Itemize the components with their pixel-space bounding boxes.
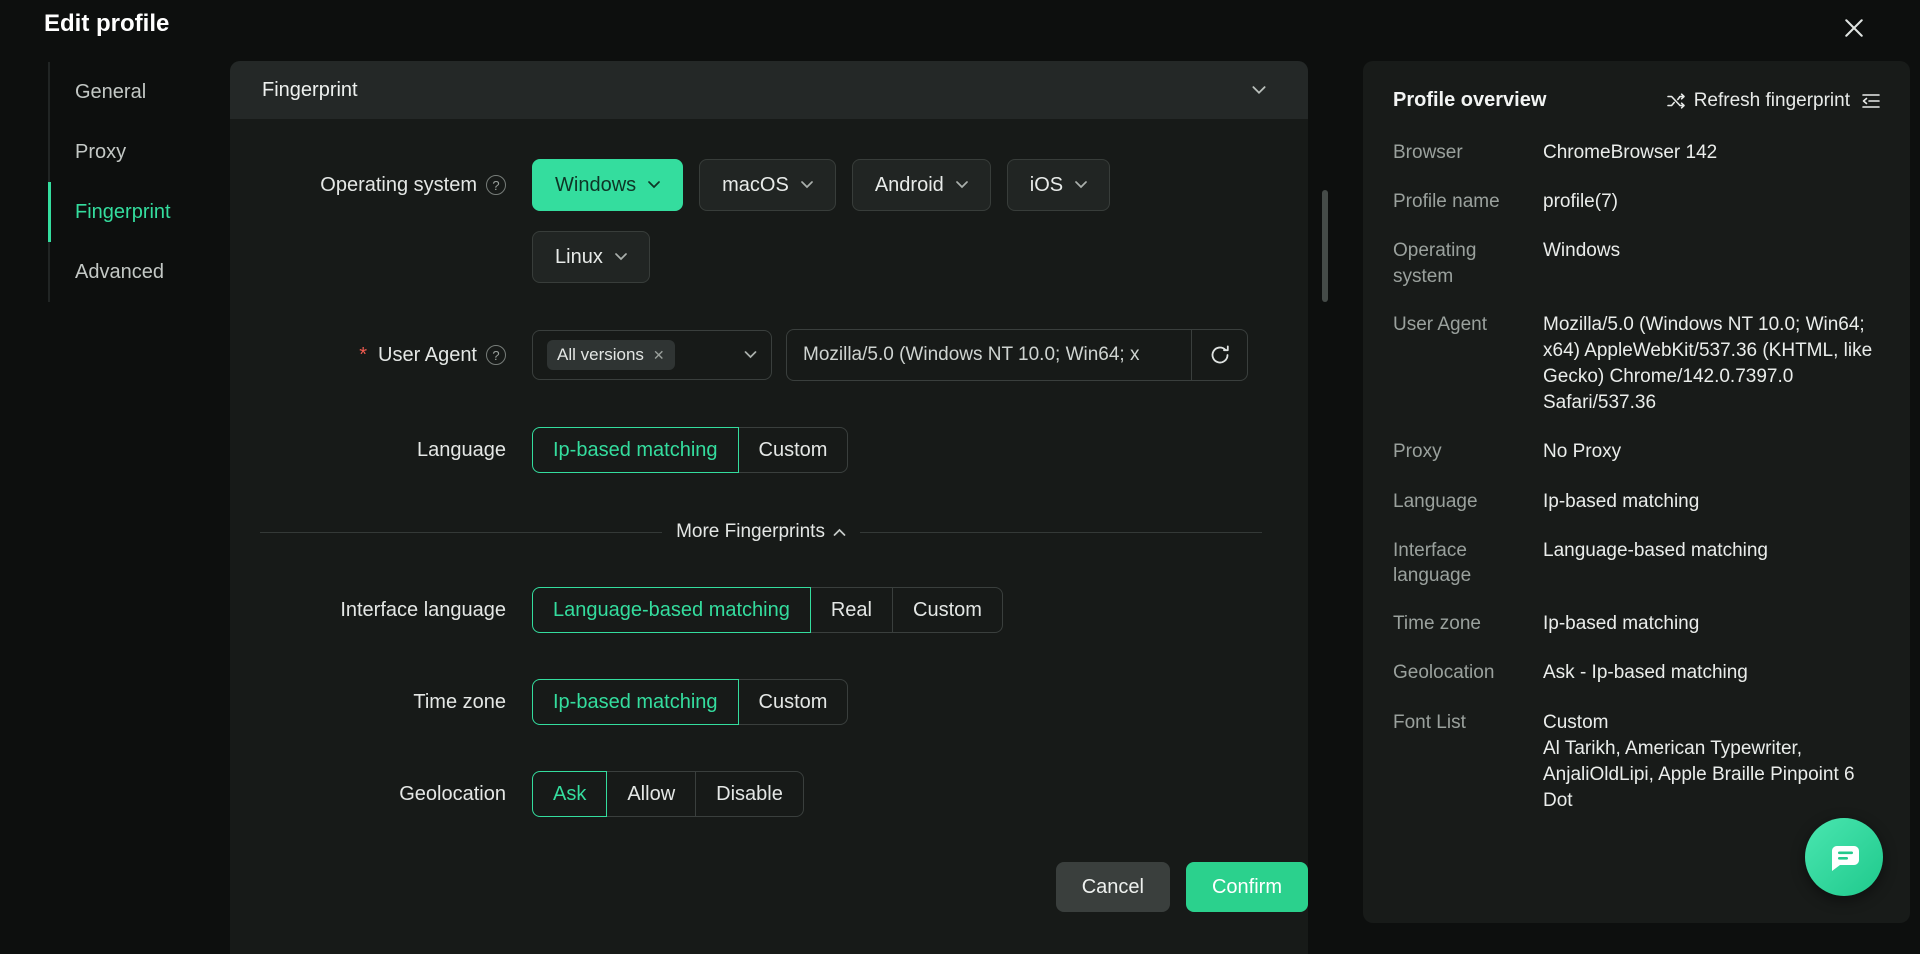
chevron-down-icon (1252, 86, 1266, 95)
interface-language-row: Interface language Language-based matchi… (256, 587, 1272, 633)
geolocation-label: Geolocation (256, 771, 506, 817)
chevron-down-icon (744, 351, 757, 359)
overview-header: Profile overview Refresh fingerprint (1393, 89, 1882, 112)
more-fingerprints-toggle[interactable]: More Fingerprints (676, 521, 846, 543)
overview-row: BrowserChromeBrowser 142 (1393, 140, 1882, 166)
time-zone-segmented-control: Ip-based matching Custom (532, 679, 848, 725)
dialog-footer: Cancel Confirm (1056, 862, 1308, 912)
language-label: Language (256, 427, 506, 473)
chevron-down-icon (956, 181, 968, 189)
chevron-down-icon (801, 181, 813, 189)
section-title: Fingerprint (262, 79, 358, 102)
os-ios-button[interactable]: iOS (1007, 159, 1110, 211)
user-agent-label: * User Agent ? (256, 329, 506, 381)
sidebar-item-general[interactable]: General (48, 62, 228, 122)
fingerprint-section-header[interactable]: Fingerprint (230, 61, 1308, 119)
user-agent-input[interactable] (786, 329, 1192, 381)
sidebar-item-label: Advanced (75, 261, 164, 284)
geolocation-allow-button[interactable]: Allow (606, 771, 696, 817)
user-agent-row: * User Agent ? All versions ✕ (256, 329, 1272, 381)
geolocation-segmented-control: Ask Allow Disable (532, 771, 804, 817)
close-button[interactable] (1838, 12, 1870, 44)
overview-row: LanguageIp-based matching (1393, 489, 1882, 515)
profile-overview-panel: Profile overview Refresh fingerprint Bro… (1363, 61, 1910, 923)
chevron-down-icon (615, 253, 627, 261)
interface-language-matching-button[interactable]: Language-based matching (532, 587, 811, 633)
interface-language-label: Interface language (256, 587, 506, 633)
overview-row: GeolocationAsk - Ip-based matching (1393, 660, 1882, 686)
refresh-icon (1209, 344, 1231, 366)
sidebar-item-label: Fingerprint (75, 201, 171, 224)
remove-tag-icon[interactable]: ✕ (653, 348, 665, 362)
os-linux-button[interactable]: Linux (532, 231, 650, 283)
shuffle-icon (1666, 91, 1686, 111)
help-icon[interactable]: ? (486, 175, 506, 195)
overview-row: Profile nameprofile(7) (1393, 189, 1882, 215)
regenerate-user-agent-button[interactable] (1192, 329, 1248, 381)
overview-row: Operating systemWindows (1393, 238, 1882, 288)
chevron-up-icon (833, 528, 846, 536)
help-icon[interactable]: ? (486, 345, 506, 365)
user-agent-controls: All versions ✕ (532, 329, 1248, 381)
refresh-fingerprint-button[interactable]: Refresh fingerprint (1666, 90, 1850, 112)
sidebar-item-label: Proxy (75, 141, 126, 164)
language-ip-based-button[interactable]: Ip-based matching (532, 427, 739, 473)
interface-language-custom-button[interactable]: Custom (892, 587, 1003, 633)
operating-system-label: Operating system ? (256, 159, 506, 211)
confirm-button[interactable]: Confirm (1186, 862, 1308, 912)
os-macos-button[interactable]: macOS (699, 159, 836, 211)
fingerprint-form: Operating system ? Windows macOS Android… (230, 119, 1308, 817)
cancel-button[interactable]: Cancel (1056, 862, 1170, 912)
overview-row: Time zoneIp-based matching (1393, 611, 1882, 637)
sidebar-item-fingerprint[interactable]: Fingerprint (48, 182, 228, 242)
interface-language-segmented-control: Language-based matching Real Custom (532, 587, 1003, 633)
overview-row: ProxyNo Proxy (1393, 439, 1882, 465)
required-asterisk: * (359, 344, 367, 367)
time-zone-ip-based-button[interactable]: Ip-based matching (532, 679, 739, 725)
chat-bubble-icon (1824, 837, 1864, 877)
user-agent-input-group (786, 329, 1248, 381)
sidebar-item-proxy[interactable]: Proxy (48, 122, 228, 182)
sidebar-item-label: General (75, 81, 146, 104)
chat-widget-button[interactable] (1805, 818, 1883, 896)
time-zone-custom-button[interactable]: Custom (738, 679, 849, 725)
time-zone-row: Time zone Ip-based matching Custom (256, 679, 1272, 725)
overview-title: Profile overview (1393, 89, 1546, 112)
language-segmented-control: Ip-based matching Custom (532, 427, 848, 473)
scrollbar-thumb[interactable] (1322, 190, 1328, 302)
os-windows-button[interactable]: Windows (532, 159, 683, 211)
geolocation-row: Geolocation Ask Allow Disable (256, 771, 1272, 817)
overview-actions: Refresh fingerprint (1666, 90, 1882, 112)
fingerprint-form-panel: Fingerprint Operating system ? Windows m… (230, 61, 1308, 954)
overview-row: User AgentMozilla/5.0 (Windows NT 10.0; … (1393, 312, 1882, 417)
language-row: Language Ip-based matching Custom (256, 427, 1272, 473)
time-zone-label: Time zone (256, 679, 506, 725)
geolocation-ask-button[interactable]: Ask (532, 771, 607, 817)
sidebar-item-advanced[interactable]: Advanced (48, 242, 228, 302)
ua-version-select[interactable]: All versions ✕ (532, 330, 772, 380)
geolocation-disable-button[interactable]: Disable (695, 771, 804, 817)
language-custom-button[interactable]: Custom (738, 427, 849, 473)
overview-row: Interface languageLanguage-based matchin… (1393, 538, 1882, 588)
overview-row: Font ListCustom Al Tarikh, American Type… (1393, 710, 1882, 815)
chevron-down-icon (1075, 181, 1087, 189)
collapse-panel-icon[interactable] (1860, 91, 1882, 111)
os-android-button[interactable]: Android (852, 159, 991, 211)
operating-system-row: Operating system ? Windows macOS Android… (256, 159, 1272, 283)
interface-language-real-button[interactable]: Real (810, 587, 893, 633)
page-title: Edit profile (44, 10, 169, 38)
sidebar: General Proxy Fingerprint Advanced (48, 62, 228, 302)
more-fingerprints-divider: More Fingerprints (260, 521, 1262, 543)
os-options: Windows macOS Android iOS Linux (532, 159, 1192, 283)
close-icon (1845, 19, 1863, 37)
chevron-down-icon (648, 181, 660, 189)
version-tag: All versions ✕ (547, 340, 675, 370)
